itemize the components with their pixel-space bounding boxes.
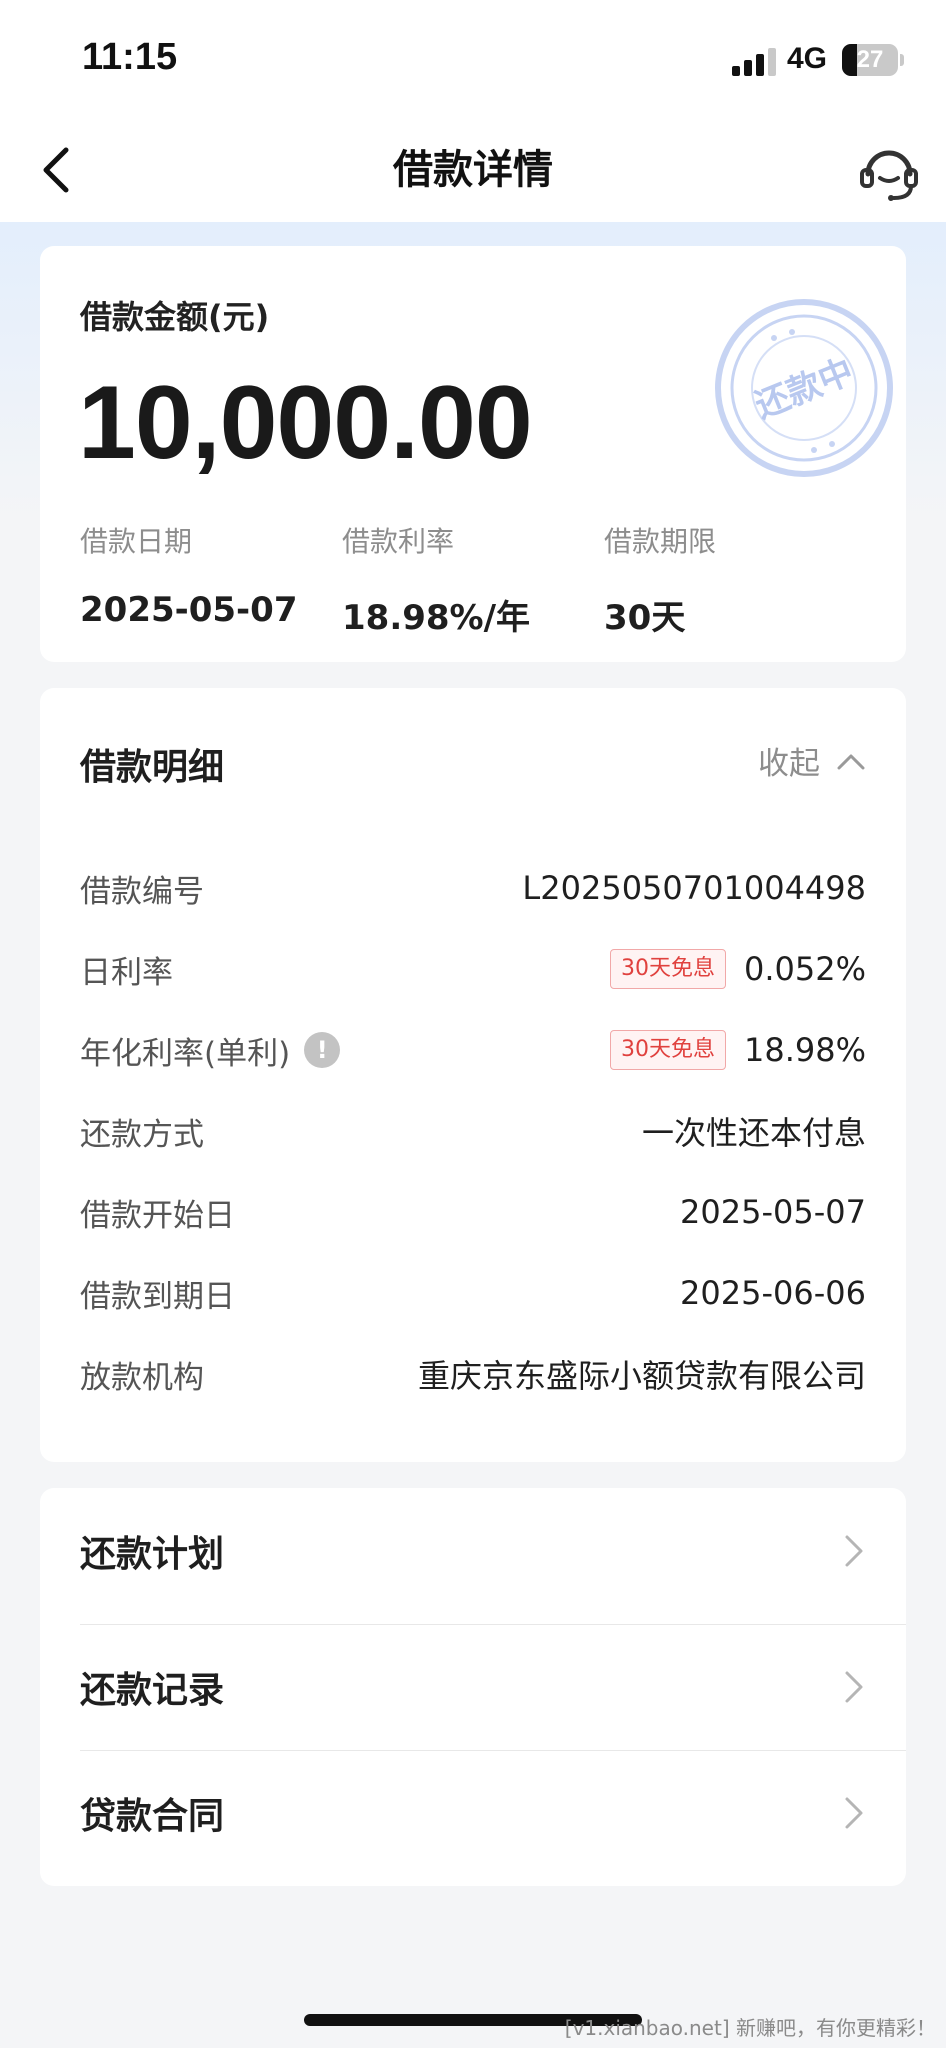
loan-rate-label: 借款利率	[342, 525, 455, 558]
start-date-label: 借款开始日	[80, 1197, 235, 1234]
chevron-up-icon	[837, 754, 865, 769]
loan-rate: 借款利率 18.98%/年	[342, 520, 530, 639]
daily-rate-value-group: 30天免息 0.052%	[609, 949, 866, 989]
annual-rate-value-group: 30天免息 18.98%	[609, 1030, 866, 1070]
loan-date-label: 借款日期	[80, 525, 193, 558]
loan-date-value: 2025-05-07	[80, 590, 298, 630]
chevron-right-icon	[845, 1535, 863, 1567]
loan-term: 借款期限 30天	[604, 520, 716, 639]
daily-rate-label: 日利率	[80, 954, 173, 991]
stamp-text: 还款中	[750, 351, 860, 426]
detail-row-start-date: 借款开始日 2025-05-07	[80, 1182, 866, 1242]
loan-term-value: 30天	[604, 598, 686, 638]
repaying-stamp-icon: 还款中	[715, 299, 893, 477]
daily-rate-value: 0.052%	[743, 950, 866, 988]
chevron-right-icon	[845, 1671, 863, 1703]
loan-term-label: 借款期限	[604, 525, 717, 558]
detail-row-loan-number: 借款编号 L2025050701004498	[80, 858, 866, 918]
interest-free-badge: 30天免息	[609, 949, 726, 989]
page-title: 借款详情	[393, 147, 553, 193]
status-time: 11:15	[82, 36, 178, 78]
detail-row-lender: 放款机构 重庆京东盛际小额贷款有限公司	[80, 1344, 866, 1404]
loan-number-label: 借款编号	[80, 873, 204, 910]
repay-method-value: 一次性还本付息	[641, 1114, 866, 1152]
loan-contract-link[interactable]: 贷款合同	[80, 1750, 906, 1876]
details-title: 借款明细	[80, 747, 225, 788]
battery-cap	[900, 54, 904, 66]
collapse-label: 收起	[758, 746, 820, 782]
back-button[interactable]	[30, 140, 90, 200]
repayment-plan-label: 还款计划	[80, 1534, 225, 1575]
loan-details-card: 借款明细 收起 借款编号 L2025050701004498 日利率 30天免息…	[40, 688, 906, 1462]
loan-number-value: L2025050701004498	[522, 869, 866, 907]
customer-service-button[interactable]	[856, 138, 922, 204]
chevron-left-icon	[43, 147, 69, 193]
detail-row-daily-rate: 日利率 30天免息 0.052%	[80, 939, 866, 999]
network-type: 4G	[787, 42, 828, 75]
loan-date: 借款日期 2025-05-07	[80, 520, 297, 630]
repay-method-label: 还款方式	[80, 1116, 204, 1153]
lender-label: 放款机构	[80, 1359, 204, 1396]
annual-rate-label: 年化利率(单利)	[80, 1035, 291, 1072]
chevron-right-icon	[845, 1797, 863, 1829]
loan-contract-label: 贷款合同	[80, 1796, 225, 1837]
lender-value: 重庆京东盛际小额贷款有限公司	[417, 1357, 866, 1395]
nav-bar: 借款详情	[0, 118, 946, 222]
due-date-label: 借款到期日	[80, 1278, 235, 1315]
repayment-records-label: 还款记录	[80, 1670, 225, 1711]
due-date-value: 2025-06-06	[680, 1274, 866, 1312]
collapse-button[interactable]: 收起	[758, 738, 866, 783]
start-date-value: 2025-05-07	[680, 1193, 866, 1231]
annual-rate-label-group: 年化利率(单利) !	[80, 1028, 341, 1073]
watermark: [v1.xianbao.net] 新赚吧，有你更精彩！	[564, 2016, 936, 2040]
loan-rate-value: 18.98%/年	[342, 598, 531, 638]
cellular-signal-icon	[732, 48, 776, 76]
annual-rate-value: 18.98%	[743, 1031, 866, 1069]
loan-links-card: 还款计划 还款记录 贷款合同	[40, 1488, 906, 1886]
loan-summary-card: 借款金额(元) 10,000.00 还款中 借款日期 2025-05-07 借款…	[40, 246, 906, 662]
info-icon[interactable]: !	[304, 1032, 341, 1068]
detail-row-repay-method: 还款方式 一次性还本付息	[80, 1101, 866, 1161]
battery-icon: 27	[842, 44, 898, 76]
loan-amount: 10,000.00	[78, 365, 533, 481]
detail-row-annual-rate: 年化利率(单利) ! 30天免息 18.98%	[80, 1020, 866, 1080]
repayment-records-link[interactable]: 还款记录	[80, 1624, 906, 1750]
battery-percent: 27	[856, 46, 884, 73]
headset-icon	[860, 150, 918, 201]
amount-label: 借款金额(元)	[80, 298, 270, 336]
detail-row-due-date: 借款到期日 2025-06-06	[80, 1263, 866, 1323]
repayment-plan-link[interactable]: 还款计划	[80, 1488, 906, 1614]
interest-free-badge: 30天免息	[609, 1030, 726, 1070]
status-bar: 11:15 4G 27	[0, 0, 946, 118]
